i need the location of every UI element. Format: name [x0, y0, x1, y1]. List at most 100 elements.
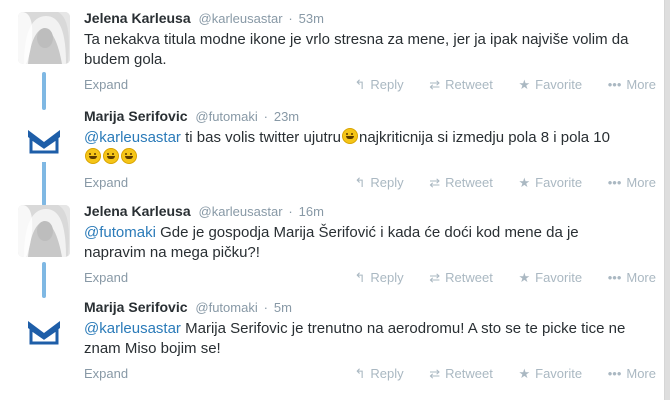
reply-label: Reply — [370, 366, 404, 381]
author-name[interactable]: Marija Serifovic — [84, 299, 188, 315]
retweet-button[interactable]: ⇄ Retweet — [429, 366, 493, 382]
tweet-text-part: Gde je gospodja Marija Šerifović i kada … — [84, 224, 579, 261]
grinning-emoji-icon — [85, 148, 101, 164]
reply-label: Reply — [370, 270, 404, 285]
author-handle[interactable]: @karleusastar — [199, 11, 283, 26]
retweet-button[interactable]: ⇄ Retweet — [429, 77, 493, 93]
reply-arrow-icon: ↰ — [354, 366, 366, 381]
timestamp[interactable]: 53m — [299, 11, 324, 26]
grinning-emoji-icon — [121, 148, 137, 164]
tweet-text: Ta nekakva titula modne ikone je vrlo st… — [84, 31, 629, 68]
timestamp[interactable]: 5m — [274, 300, 292, 315]
author-handle[interactable]: @karleusastar — [199, 204, 283, 219]
tweet-footer: Expand ↰ Reply ⇄ Retweet ★ Favorite ••• More — [84, 366, 656, 382]
author-name[interactable]: Marija Serifovic — [84, 108, 188, 124]
reply-label: Reply — [370, 175, 404, 190]
favorite-button[interactable]: ★ Favorite — [518, 366, 582, 382]
tweet-header: Marija Serifovic @futomaki · 5m — [84, 298, 292, 317]
woman-photo-icon — [18, 205, 70, 257]
tweet-footer: Expand ↰ Reply ⇄ Retweet ★ Favorite ••• More — [84, 270, 656, 286]
page-gutter — [665, 0, 670, 400]
tweet[interactable]: Marija Serifovic @futomaki · 23m @karleu… — [0, 98, 664, 194]
favorite-label: Favorite — [535, 77, 583, 92]
mention-link[interactable]: @karleusastar — [84, 320, 181, 337]
retweet-icon: ⇄ — [429, 77, 441, 92]
more-label: More — [626, 175, 656, 190]
author-name[interactable]: Jelena Karleusa — [84, 203, 191, 219]
author-name[interactable]: Jelena Karleusa — [84, 10, 191, 26]
tweet-text-part: najkriticnija si izmedju pola 8 i pola 1… — [359, 129, 610, 146]
tweet[interactable]: Jelena Karleusa @karleusastar · 16m @fut… — [0, 193, 664, 289]
favorite-button[interactable]: ★ Favorite — [518, 270, 582, 286]
avatar[interactable] — [18, 205, 70, 257]
more-dots-icon: ••• — [607, 77, 622, 92]
retweet-label: Retweet — [445, 270, 493, 285]
reply-button[interactable]: ↰ Reply — [354, 175, 403, 191]
separator-dot: · — [263, 300, 268, 315]
more-label: More — [626, 366, 656, 381]
reply-arrow-icon: ↰ — [354, 270, 366, 285]
tweet-text: @karleusastar Marija Serifovic je trenut… — [84, 319, 644, 359]
retweet-label: Retweet — [445, 77, 493, 92]
reply-arrow-icon: ↰ — [354, 175, 366, 190]
separator-dot: · — [288, 11, 293, 26]
tweet-header: Jelena Karleusa @karleusastar · 53m — [84, 9, 324, 28]
reply-button[interactable]: ↰ Reply — [354, 77, 403, 93]
more-dots-icon: ••• — [607, 175, 622, 190]
tweet-text: @karleusastar ti bas volis twitter ujutr… — [84, 128, 644, 168]
tweet[interactable]: Jelena Karleusa @karleusastar · 53m Ta n… — [0, 0, 664, 96]
mention-link[interactable]: @futomaki — [84, 224, 156, 241]
favorite-button[interactable]: ★ Favorite — [518, 175, 582, 191]
expand-link[interactable]: Expand — [84, 366, 128, 381]
retweet-icon: ⇄ — [429, 366, 441, 381]
retweet-button[interactable]: ⇄ Retweet — [429, 175, 493, 191]
expand-link[interactable]: Expand — [84, 270, 128, 285]
tweet-header: Marija Serifovic @futomaki · 23m — [84, 107, 299, 126]
favorite-label: Favorite — [535, 270, 583, 285]
expand-link[interactable]: Expand — [84, 77, 128, 92]
more-button[interactable]: ••• More — [608, 270, 656, 285]
mention-link[interactable]: @karleusastar — [84, 129, 181, 146]
tweet-footer: Expand ↰ Reply ⇄ Retweet ★ Favorite ••• More — [84, 77, 656, 93]
more-label: More — [626, 270, 656, 285]
star-icon: ★ — [518, 366, 531, 381]
timestamp[interactable]: 23m — [274, 109, 299, 124]
woman-photo-icon — [18, 12, 70, 64]
reply-label: Reply — [370, 77, 404, 92]
tweet-text: @futomaki Gde je gospodja Marija Šerifov… — [84, 223, 644, 263]
retweet-label: Retweet — [445, 366, 493, 381]
tweet-text-part: ti bas volis twitter ujutru — [180, 129, 341, 146]
more-button[interactable]: ••• More — [608, 175, 656, 190]
retweet-label: Retweet — [445, 175, 493, 190]
star-icon: ★ — [518, 270, 531, 285]
favorite-label: Favorite — [535, 366, 583, 381]
grinning-emoji-icon — [342, 128, 358, 144]
star-icon: ★ — [518, 77, 531, 92]
author-handle[interactable]: @futomaki — [195, 109, 257, 124]
tweet[interactable]: Marija Serifovic @futomaki · 5m @karleus… — [0, 289, 664, 385]
more-label: More — [626, 77, 656, 92]
separator-dot: · — [288, 204, 293, 219]
reply-button[interactable]: ↰ Reply — [354, 366, 403, 382]
retweet-icon: ⇄ — [429, 270, 441, 285]
avatar[interactable] — [18, 12, 70, 64]
retweet-button[interactable]: ⇄ Retweet — [429, 270, 493, 286]
separator-dot: · — [263, 109, 268, 124]
more-dots-icon: ••• — [607, 366, 622, 381]
author-handle[interactable]: @futomaki — [195, 300, 257, 315]
chevron-logo-icon — [18, 110, 70, 162]
timestamp[interactable]: 16m — [299, 204, 324, 219]
avatar[interactable] — [18, 110, 70, 162]
more-button[interactable]: ••• More — [608, 366, 656, 381]
more-button[interactable]: ••• More — [608, 77, 656, 92]
favorite-button[interactable]: ★ Favorite — [518, 77, 582, 93]
tweet-footer: Expand ↰ Reply ⇄ Retweet ★ Favorite ••• More — [84, 175, 656, 191]
favorite-label: Favorite — [535, 175, 583, 190]
more-dots-icon: ••• — [607, 270, 622, 285]
expand-link[interactable]: Expand — [84, 175, 128, 190]
avatar[interactable] — [18, 301, 70, 353]
conversation-panel: Jelena Karleusa @karleusastar · 53m Ta n… — [0, 0, 665, 400]
retweet-icon: ⇄ — [429, 175, 441, 190]
star-icon: ★ — [518, 175, 531, 190]
reply-button[interactable]: ↰ Reply — [354, 270, 403, 286]
